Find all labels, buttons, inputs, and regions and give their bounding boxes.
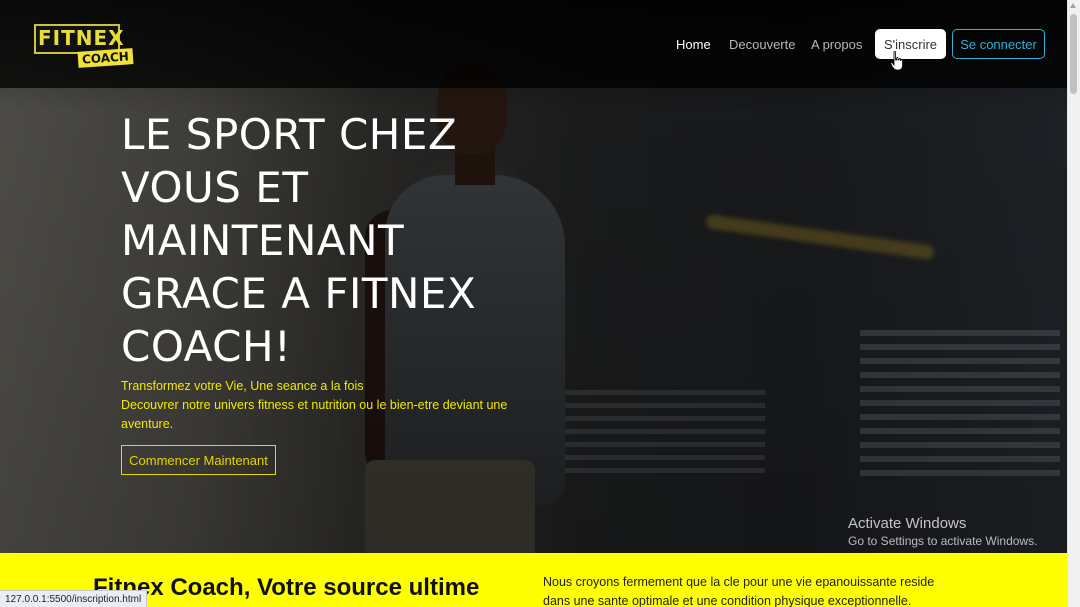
logo-text: FITNEX [38,26,125,50]
activate-windows-title: Activate Windows [848,515,967,532]
nav-link-a-propos[interactable]: A propos [811,37,862,52]
scroll-up-arrow-icon[interactable] [1070,3,1076,8]
tagline-line: Transformez votre Vie, Une seance a la f… [121,379,364,393]
intro-paragraph: Nous croyons fermement que la cle pour u… [543,575,935,607]
scrollbar-thumb[interactable] [1070,14,1077,94]
fitnex-logo[interactable]: FITNEX COACH [34,24,134,70]
nav-link-home[interactable]: Home [676,37,711,52]
hero-tagline: Transformez votre Vie, Une seance a la f… [121,377,541,434]
start-now-button[interactable]: Commencer Maintenant [121,445,276,475]
activate-windows-subtitle: Go to Settings to activate Windows. [848,534,1038,548]
hero-title: LE SPORT CHEZ VOUS ET MAINTENANT GRACE A… [121,110,477,371]
nav-link-decouverte[interactable]: Decouverte [729,37,795,52]
signup-button[interactable]: S'inscrire [875,29,946,59]
tagline-line: Decouvrer notre univers fitness et nutri… [121,398,508,431]
login-button[interactable]: Se connecter [952,29,1045,59]
hand-cursor-icon [890,51,903,71]
intro-heading: Fitnex Coach, Votre source ultime [93,574,480,601]
status-bar-url: 127.0.0.1:5500/inscription.html [0,590,148,607]
